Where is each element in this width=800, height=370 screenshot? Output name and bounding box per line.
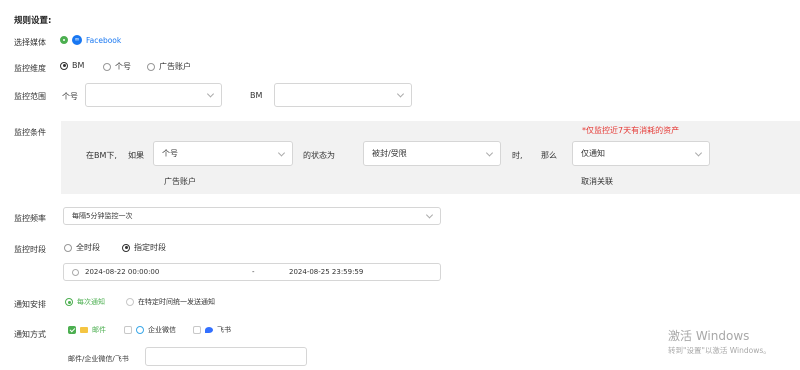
schedule-option-label: 每次通知 [77,298,105,306]
media-option-facebook[interactable]: ∞ Facebook [60,35,121,45]
scope-personal-label: 个号 [62,92,78,101]
watermark-subtitle: 转到"设置"以激活 Windows。 [668,346,771,355]
chevron-down-icon [277,148,286,157]
period-radio-custom[interactable] [122,243,130,252]
method-option-label: 企业微信 [148,326,176,334]
condition-target-select[interactable]: 个号 [153,141,293,166]
condition-prefix: 在BM下, [86,151,117,160]
frequency-value: 每隔5分钟监控一次 [72,212,133,220]
method-label: 通知方式 [14,330,46,339]
condition-if: 如果 [128,151,144,160]
period-end[interactable]: 2024-08-25 23:59:59 [289,268,363,276]
method-field-label: 邮件/企业微信/飞书 [68,355,129,363]
method-checkbox-feishu[interactable] [193,326,201,334]
scope-personal-select[interactable] [85,83,222,107]
dimension-option-label: 广告账户 [159,62,191,71]
method-option-label: 邮件 [92,326,106,334]
method-checkbox-wecom[interactable] [124,326,132,334]
condition-target-option[interactable]: 广告账户 [164,176,196,187]
period-separator: - [252,268,255,276]
period-radio-all[interactable] [64,243,72,252]
chevron-down-icon [396,90,405,98]
chevron-down-icon [425,211,434,219]
method-option-wecom[interactable]: 企业微信 [124,325,176,335]
chevron-down-icon [206,90,215,98]
facebook-icon: ∞ [72,35,82,45]
media-radio[interactable] [60,36,68,44]
condition-label: 监控条件 [14,128,46,137]
period-date-range[interactable]: 2024-08-22 00:00:00 - 2024-08-25 23:59:5… [63,263,441,281]
schedule-option-each[interactable]: 每次通知 [65,297,105,307]
scope-bm-select[interactable] [274,83,412,107]
condition-target-value: 个号 [162,149,178,158]
method-checkbox-email[interactable] [68,326,76,334]
method-option-label: 飞书 [217,326,231,334]
media-label: 选择媒体 [14,38,46,47]
rule-settings-title: 规则设置: [14,16,52,26]
schedule-option-batch[interactable]: 在特定时间统一发送通知 [126,297,215,307]
mail-icon [80,327,88,333]
period-option-all[interactable]: 全时段 [64,242,100,253]
chevron-down-icon [485,148,494,157]
scope-bm-label: BM [250,91,263,100]
condition-action-value: 仅通知 [581,149,605,158]
period-option-label: 全时段 [76,243,100,252]
dimension-radio-ad-account[interactable] [147,62,155,71]
feishu-icon [205,327,213,333]
dimension-radio-bm[interactable] [60,61,68,70]
schedule-label: 通知安排 [14,300,46,309]
condition-action-select[interactable]: 仅通知 [572,141,710,166]
condition-status-of: 的状态为 [303,151,335,160]
dimension-option-label: 个号 [115,62,131,71]
method-field-input[interactable] [145,347,307,366]
condition-status-select[interactable]: 被封/受限 [363,141,501,166]
scope-label: 监控范围 [14,92,46,101]
condition-note: *仅监控近7天有消耗的资产 [582,126,680,135]
period-option-label: 指定时段 [134,243,166,252]
condition-action-option[interactable]: 取消关联 [581,176,613,187]
chevron-down-icon [694,148,703,157]
wecom-icon [136,326,144,334]
condition-status-value: 被封/受限 [372,149,407,158]
period-label: 监控时段 [14,245,46,254]
method-option-email[interactable]: 邮件 [68,325,106,335]
period-start[interactable]: 2024-08-22 00:00:00 [85,268,159,276]
dimension-option-personal[interactable]: 个号 [103,61,131,72]
frequency-label: 监控频率 [14,214,46,223]
dimension-option-label: BM [72,61,85,70]
clock-icon [72,268,79,276]
condition-when: 时, [512,151,523,160]
frequency-select[interactable]: 每隔5分钟监控一次 [63,207,441,225]
schedule-radio-batch[interactable] [126,298,134,306]
media-option-label: Facebook [86,35,122,45]
dimension-option-ad-account[interactable]: 广告账户 [147,61,191,72]
dimension-radio-personal[interactable] [103,62,111,71]
watermark-title: 激活 Windows [668,329,750,343]
period-option-custom[interactable]: 指定时段 [122,242,166,253]
condition-then: 那么 [541,151,557,160]
dimension-label: 监控维度 [14,64,46,73]
schedule-option-label: 在特定时间统一发送通知 [138,298,215,306]
schedule-radio-each[interactable] [65,298,73,306]
method-option-feishu[interactable]: 飞书 [193,325,231,335]
dimension-option-bm[interactable]: BM [60,61,84,70]
